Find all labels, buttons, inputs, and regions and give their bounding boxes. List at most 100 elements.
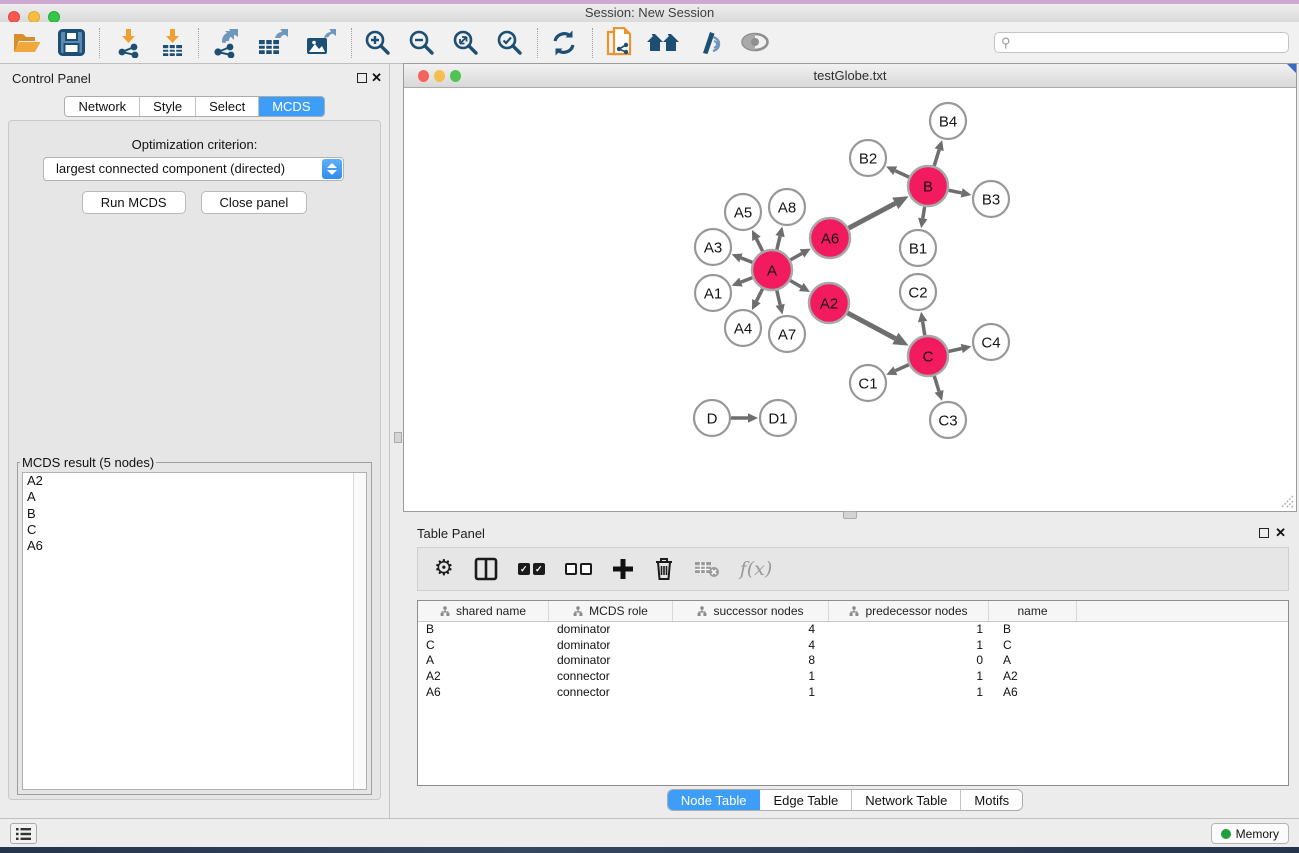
save-session-icon[interactable] — [58, 29, 85, 56]
table-cell[interactable]: A — [989, 653, 1077, 669]
resize-grip-icon[interactable] — [1280, 495, 1294, 509]
table-row[interactable]: A2connector11A2 — [418, 669, 1288, 685]
close-panel-button[interactable]: Close panel — [201, 191, 308, 214]
mcds-result-item[interactable]: B — [23, 506, 366, 522]
network-window-titlebar[interactable]: testGlobe.txt — [404, 64, 1296, 88]
close-view-button[interactable] — [418, 70, 429, 82]
tab-motifs[interactable]: Motifs — [961, 790, 1022, 810]
column-header-name[interactable]: name — [989, 601, 1077, 621]
table-cell[interactable]: A2 — [989, 669, 1077, 685]
tab-network[interactable]: Network — [65, 97, 140, 116]
table-cell[interactable]: 0 — [829, 653, 989, 669]
graph-edge-B-B4[interactable] — [934, 150, 939, 166]
column-header-successor-nodes[interactable]: successor nodes — [673, 601, 829, 621]
graph-edge-A-A5[interactable] — [756, 239, 762, 251]
table-row[interactable]: Bdominator41B — [418, 622, 1288, 638]
horizontal-splitter-handle[interactable] — [843, 511, 857, 519]
import-network-icon[interactable] — [114, 28, 142, 58]
graph-edge-C-C4[interactable] — [948, 349, 961, 352]
table-settings-icon[interactable]: ⚙ — [434, 558, 454, 580]
mcds-result-list[interactable]: A2ABCA6 — [22, 472, 367, 790]
graph-edge-C-C2[interactable] — [923, 322, 925, 336]
column-header-shared-name[interactable]: shared name — [418, 601, 549, 621]
graph-edge-A-A2[interactable] — [790, 281, 801, 287]
table-cell[interactable]: 1 — [829, 622, 989, 638]
close-panel-icon[interactable]: ✕ — [371, 70, 382, 86]
table-cell[interactable]: 8 — [673, 653, 829, 669]
zoom-fit-icon[interactable] — [452, 29, 479, 56]
open-network-file-icon[interactable] — [605, 27, 633, 59]
graph-edge-B-B3[interactable] — [949, 190, 962, 193]
mcds-result-item[interactable]: A — [23, 489, 366, 505]
table-cell[interactable]: connector — [549, 669, 673, 685]
tab-edge-table[interactable]: Edge Table — [760, 790, 852, 810]
column-header-predecessor-nodes[interactable]: predecessor nodes — [829, 601, 989, 621]
tab-select[interactable]: Select — [196, 97, 259, 116]
apply-layout-icon[interactable] — [550, 29, 578, 57]
graph-edge-A-A6[interactable] — [790, 253, 802, 259]
table-row[interactable]: A6connector11A6 — [418, 685, 1288, 701]
column-header-MCDS-role[interactable]: MCDS role — [549, 601, 673, 621]
create-column-icon[interactable] — [612, 558, 634, 580]
network-canvas[interactable]: AA1A3A5A8A4A7A6A2BB1B2B3B4CC1C2C3C4DD1 — [404, 89, 1296, 511]
mcds-result-item[interactable]: A6 — [23, 538, 366, 554]
table-cell[interactable]: A2 — [418, 669, 549, 685]
table-cell[interactable]: A6 — [989, 685, 1077, 701]
mcds-result-item[interactable]: C — [23, 522, 366, 538]
table-cell[interactable]: 1 — [829, 669, 989, 685]
graph-edge-B-B1[interactable] — [923, 207, 925, 219]
open-session-icon[interactable] — [12, 30, 42, 56]
table-cell[interactable]: B — [418, 622, 549, 638]
zoom-view-button[interactable] — [450, 70, 461, 82]
table-row[interactable]: Adominator80A — [418, 653, 1288, 669]
table-cell[interactable]: dominator — [549, 653, 673, 669]
delete-column-icon[interactable] — [654, 557, 674, 581]
table-cell[interactable]: C — [418, 638, 549, 654]
float-panel-icon[interactable] — [1259, 528, 1269, 538]
graph-edge-B-B2[interactable] — [895, 171, 909, 177]
tab-style[interactable]: Style — [140, 97, 196, 116]
table-cell[interactable]: connector — [549, 685, 673, 701]
minimize-view-button[interactable] — [434, 70, 445, 82]
close-panel-icon[interactable]: ✕ — [1275, 525, 1286, 541]
import-table-icon[interactable] — [158, 28, 186, 58]
graph-edge-C-C1[interactable] — [895, 365, 908, 371]
tab-mcds[interactable]: MCDS — [259, 97, 323, 116]
table-cell[interactable]: 1 — [673, 669, 829, 685]
graph-edge-A-A1[interactable] — [741, 278, 752, 282]
graph-edge-A-A3[interactable] — [741, 258, 752, 262]
graph-edge-A2-C[interactable] — [848, 313, 896, 339]
home-network-icon[interactable] — [646, 31, 680, 55]
graph-edge-C-C3[interactable] — [934, 376, 939, 391]
table-cell[interactable]: A6 — [418, 685, 549, 701]
criterion-select[interactable]: largest connected component (directed) — [43, 157, 344, 181]
table-cell[interactable]: dominator — [549, 638, 673, 654]
export-network-icon[interactable] — [211, 28, 241, 58]
table-cell[interactable]: 1 — [829, 638, 989, 654]
tab-node-table[interactable]: Node Table — [668, 790, 761, 810]
table-cell[interactable]: C — [989, 638, 1077, 654]
table-cell[interactable]: A — [418, 653, 549, 669]
float-panel-icon[interactable] — [357, 73, 367, 83]
tab-network-table[interactable]: Network Table — [852, 790, 961, 810]
zoom-in-icon[interactable] — [364, 29, 391, 56]
table-cell[interactable]: 1 — [673, 685, 829, 701]
export-table-icon[interactable] — [257, 28, 289, 58]
graph-edge-A-A7[interactable] — [777, 290, 780, 304]
zoom-selected-icon[interactable] — [496, 29, 523, 56]
vertical-splitter-handle[interactable] — [394, 432, 402, 443]
table-cell[interactable]: 4 — [673, 622, 829, 638]
task-history-button[interactable] — [10, 823, 37, 844]
show-columns-icon[interactable] — [474, 557, 498, 581]
zoom-out-icon[interactable] — [408, 29, 435, 56]
table-row[interactable]: Cdominator41C — [418, 638, 1288, 654]
run-mcds-button[interactable]: Run MCDS — [82, 191, 186, 214]
graph-edge-A6-B[interactable] — [849, 203, 896, 228]
search-input[interactable] — [994, 32, 1289, 53]
table-cell[interactable]: B — [989, 622, 1077, 638]
graph-edge-A-A8[interactable] — [777, 236, 780, 249]
table-cell[interactable]: dominator — [549, 622, 673, 638]
select-all-icon[interactable]: ✓✓ — [518, 563, 545, 575]
scrollbar-track[interactable] — [353, 473, 366, 789]
deselect-all-icon[interactable] — [565, 563, 592, 575]
